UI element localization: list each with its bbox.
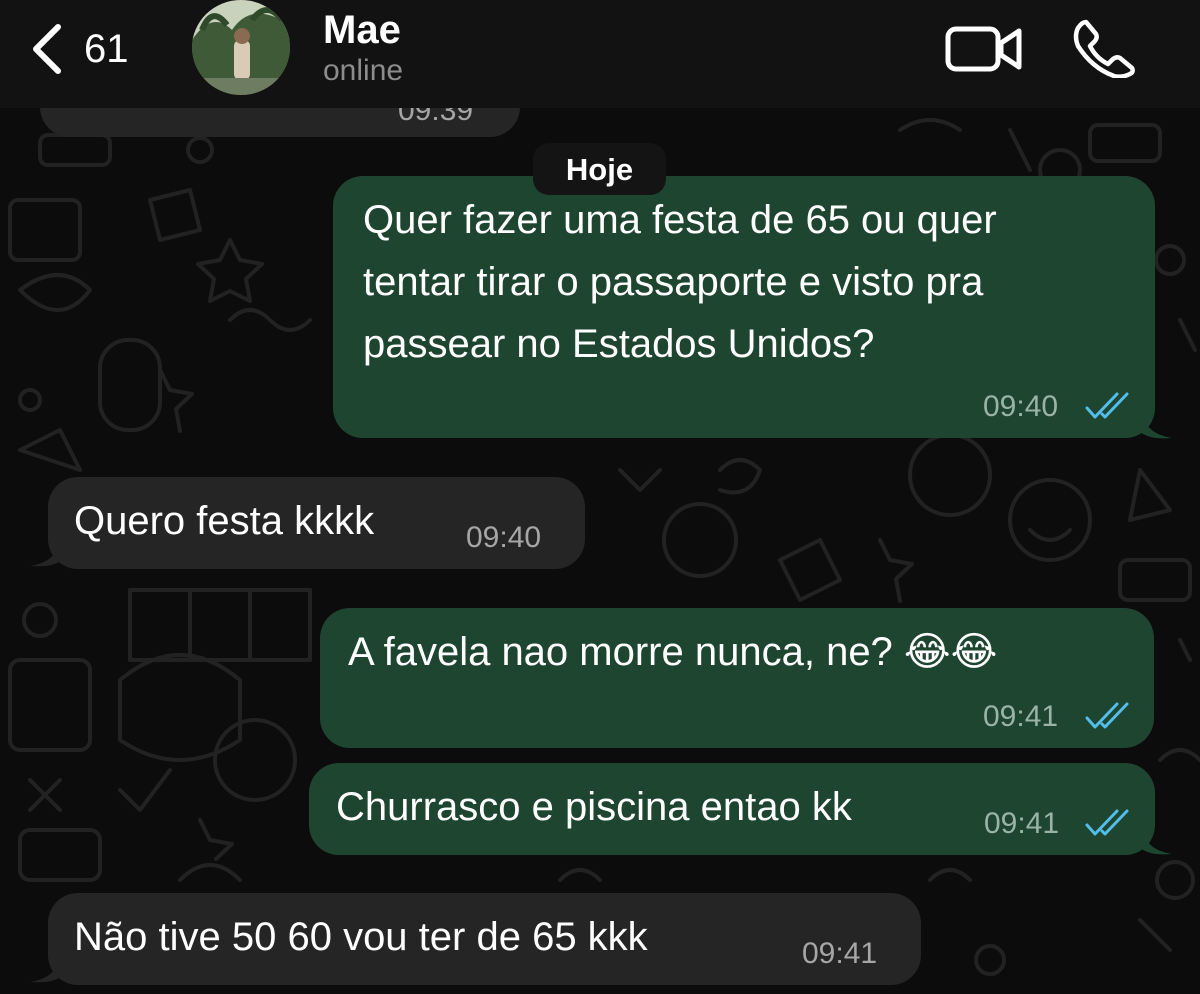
chevron-left-icon [33, 24, 61, 74]
video-camera-icon [945, 26, 1022, 72]
message-bubble-outgoing[interactable]: Churrasco e piscina entao kk 09:41 [309, 763, 1155, 855]
contact-name[interactable]: Mae [323, 8, 401, 53]
contact-status: online [323, 54, 404, 87]
avatar[interactable] [192, 0, 290, 95]
message-bubble-outgoing[interactable]: A favela nao morre nunca, ne? 😂😂 09:41 [320, 608, 1154, 748]
message-text: Churrasco e piscina entao kk [336, 785, 852, 829]
video-call-button[interactable] [945, 25, 1023, 78]
chat-header: 61 Mae online [0, 0, 1200, 108]
unread-count: 61 [84, 26, 129, 71]
message-bubble-incoming[interactable]: Quero festa kkkk 09:40 [48, 477, 585, 569]
phone-icon [1073, 19, 1135, 79]
message-text: Quer fazer uma festa de 65 ou quer [363, 198, 997, 242]
message-time: 09:41 [802, 937, 878, 970]
read-receipt-icon [1085, 392, 1129, 419]
message-text: Não tive 50 60 vou ter de 65 kkk [74, 915, 648, 959]
message-time: 09:41 [984, 807, 1060, 840]
message-text: tentar tirar o passaporte e visto pra [363, 260, 984, 304]
avatar-photo [192, 0, 290, 95]
message-text: A favela nao morre nunca, ne? 😂😂 [348, 630, 998, 674]
date-separator: Hoje [533, 143, 666, 195]
voice-call-button[interactable] [1072, 18, 1136, 83]
read-receipt-icon [1085, 702, 1129, 729]
message-text: passear no Estados Unidos? [363, 322, 875, 366]
chat-screen: 09:39 61 Mae online Hoje Quer fazer uma … [0, 0, 1200, 994]
message-time: 09:41 [983, 700, 1059, 733]
message-time: 09:40 [466, 521, 542, 554]
message-time: 09:40 [983, 390, 1059, 423]
message-bubble-outgoing[interactable]: Quer fazer uma festa de 65 ou quer tenta… [333, 176, 1155, 438]
message-text: Quero festa kkkk [74, 499, 375, 543]
back-button[interactable]: 61 [30, 18, 129, 80]
message-bubble-incoming[interactable]: Não tive 50 60 vou ter de 65 kkk 09:41 [48, 893, 921, 985]
read-receipt-icon [1085, 809, 1129, 836]
